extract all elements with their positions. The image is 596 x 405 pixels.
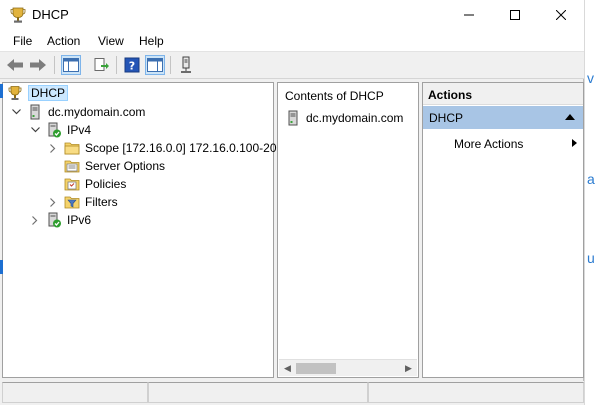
back-arrow-icon	[7, 59, 23, 71]
horizontal-scrollbar[interactable]: ◀ ▶	[279, 359, 417, 376]
forward-button[interactable]	[28, 55, 48, 75]
show-action-pane-icon	[147, 58, 163, 72]
list-item-label: dc.mydomain.com	[306, 111, 404, 125]
actions-group-dhcp[interactable]: DHCP	[423, 106, 583, 129]
tree-item-scope[interactable]: Scope [172.16.0.0] 172.16.0.100-200	[64, 139, 283, 157]
more-actions-link[interactable]: More Actions	[454, 137, 523, 151]
tree-item-label: Policies	[85, 177, 127, 191]
tree-item-label: Filters	[85, 195, 118, 209]
minimize-button[interactable]	[446, 0, 492, 30]
scrollbar-thumb[interactable]	[296, 363, 336, 374]
dhcp-window: DHCP File Action View Help ? DHCP dc.myd…	[0, 0, 584, 405]
tree-item-label: Scope [172.16.0.0] 172.16.0.100-200	[85, 141, 284, 155]
menu-bar: File Action View Help	[0, 30, 584, 52]
actions-pane: Actions DHCP More Actions	[422, 82, 584, 378]
window-title: DHCP	[32, 7, 69, 22]
tree-item-label: IPv6	[67, 213, 92, 227]
svg-text:?: ?	[129, 60, 135, 73]
tree-item-label: Server Options	[85, 159, 166, 173]
scroll-left-icon[interactable]: ◀	[280, 361, 295, 376]
status-cell	[148, 382, 368, 403]
tree-item-policies[interactable]: Policies	[64, 175, 126, 193]
status-bar	[0, 381, 584, 405]
tree-item-label: IPv4	[67, 123, 92, 137]
help-icon: ?	[124, 57, 140, 73]
actions-group-label: DHCP	[429, 111, 464, 125]
status-cell	[2, 382, 148, 403]
dhcp-trophy-icon	[10, 7, 26, 23]
chevron-right-icon[interactable]	[29, 214, 41, 226]
back-button[interactable]	[5, 55, 25, 75]
actions-header: Actions	[423, 83, 583, 105]
chevron-right-icon[interactable]	[47, 142, 59, 154]
server-options-icon	[64, 160, 80, 173]
content-header: Contents of DHCP	[285, 89, 384, 103]
export-list-icon	[94, 58, 109, 71]
background-window-edge	[0, 260, 3, 274]
help-button[interactable]: ?	[122, 55, 142, 75]
tree-item-ipv4[interactable]: IPv4	[46, 121, 91, 139]
ipv4-check-icon	[48, 122, 61, 138]
toolbar: ?	[0, 52, 584, 79]
filter-icon	[64, 196, 80, 209]
server-icon	[288, 110, 298, 126]
tree-item-server[interactable]: dc.mydomain.com	[27, 103, 145, 121]
chevron-right-icon[interactable]	[47, 196, 59, 208]
toolbar-separator	[170, 56, 171, 74]
close-icon	[556, 10, 566, 20]
tree-item-label: dc.mydomain.com	[48, 105, 146, 119]
content-pane[interactable]: Contents of DHCP dc.mydomain.com ◀ ▶	[277, 82, 419, 378]
chevron-down-icon[interactable]	[10, 106, 22, 118]
desktop-background	[584, 0, 596, 405]
toolbar-separator	[116, 56, 117, 74]
server-icon	[30, 104, 40, 120]
dhcp-server-icon	[181, 56, 191, 73]
maximize-icon	[510, 10, 520, 20]
tree-item-dhcp-root[interactable]: DHCP	[7, 84, 69, 102]
maximize-button[interactable]	[492, 0, 538, 30]
chevron-down-icon[interactable]	[29, 124, 41, 136]
export-list-button[interactable]	[91, 55, 111, 75]
ipv6-check-icon	[48, 212, 61, 228]
minimize-icon	[464, 14, 474, 16]
dhcp-server-button[interactable]	[176, 55, 196, 75]
title-bar[interactable]: DHCP	[0, 0, 584, 30]
desktop-background-fragment: u	[587, 250, 595, 266]
menu-view[interactable]: View	[98, 34, 124, 48]
folder-icon	[64, 142, 80, 155]
list-item[interactable]: dc.mydomain.com	[285, 110, 403, 126]
tree-item-label: DHCP	[28, 85, 69, 101]
menu-file[interactable]: File	[13, 34, 32, 48]
collapse-up-icon[interactable]	[565, 114, 575, 120]
dhcp-trophy-icon	[8, 86, 22, 100]
menu-action[interactable]: Action	[47, 34, 80, 48]
menu-help[interactable]: Help	[139, 34, 164, 48]
forward-arrow-icon	[30, 59, 46, 71]
policies-icon	[64, 178, 80, 191]
submenu-arrow-icon	[572, 139, 577, 147]
background-window-edge	[0, 84, 3, 98]
show-action-pane-button[interactable]	[145, 55, 165, 75]
desktop-background-fragment: a	[587, 171, 595, 187]
scroll-right-icon[interactable]: ▶	[401, 361, 416, 376]
toolbar-separator	[54, 56, 55, 74]
tree-item-ipv6[interactable]: IPv6	[46, 211, 91, 229]
desktop-background-fragment: v	[587, 70, 594, 86]
tree-item-server-options[interactable]: Server Options	[64, 157, 165, 175]
console-tree-pane[interactable]: DHCP dc.mydomain.com IPv4 Scope [172.16.…	[2, 82, 283, 378]
show-console-tree-icon	[63, 58, 79, 72]
status-cell	[368, 382, 584, 403]
close-button[interactable]	[538, 0, 584, 30]
show-console-tree-button[interactable]	[61, 55, 81, 75]
tree-item-filters[interactable]: Filters	[64, 193, 118, 211]
